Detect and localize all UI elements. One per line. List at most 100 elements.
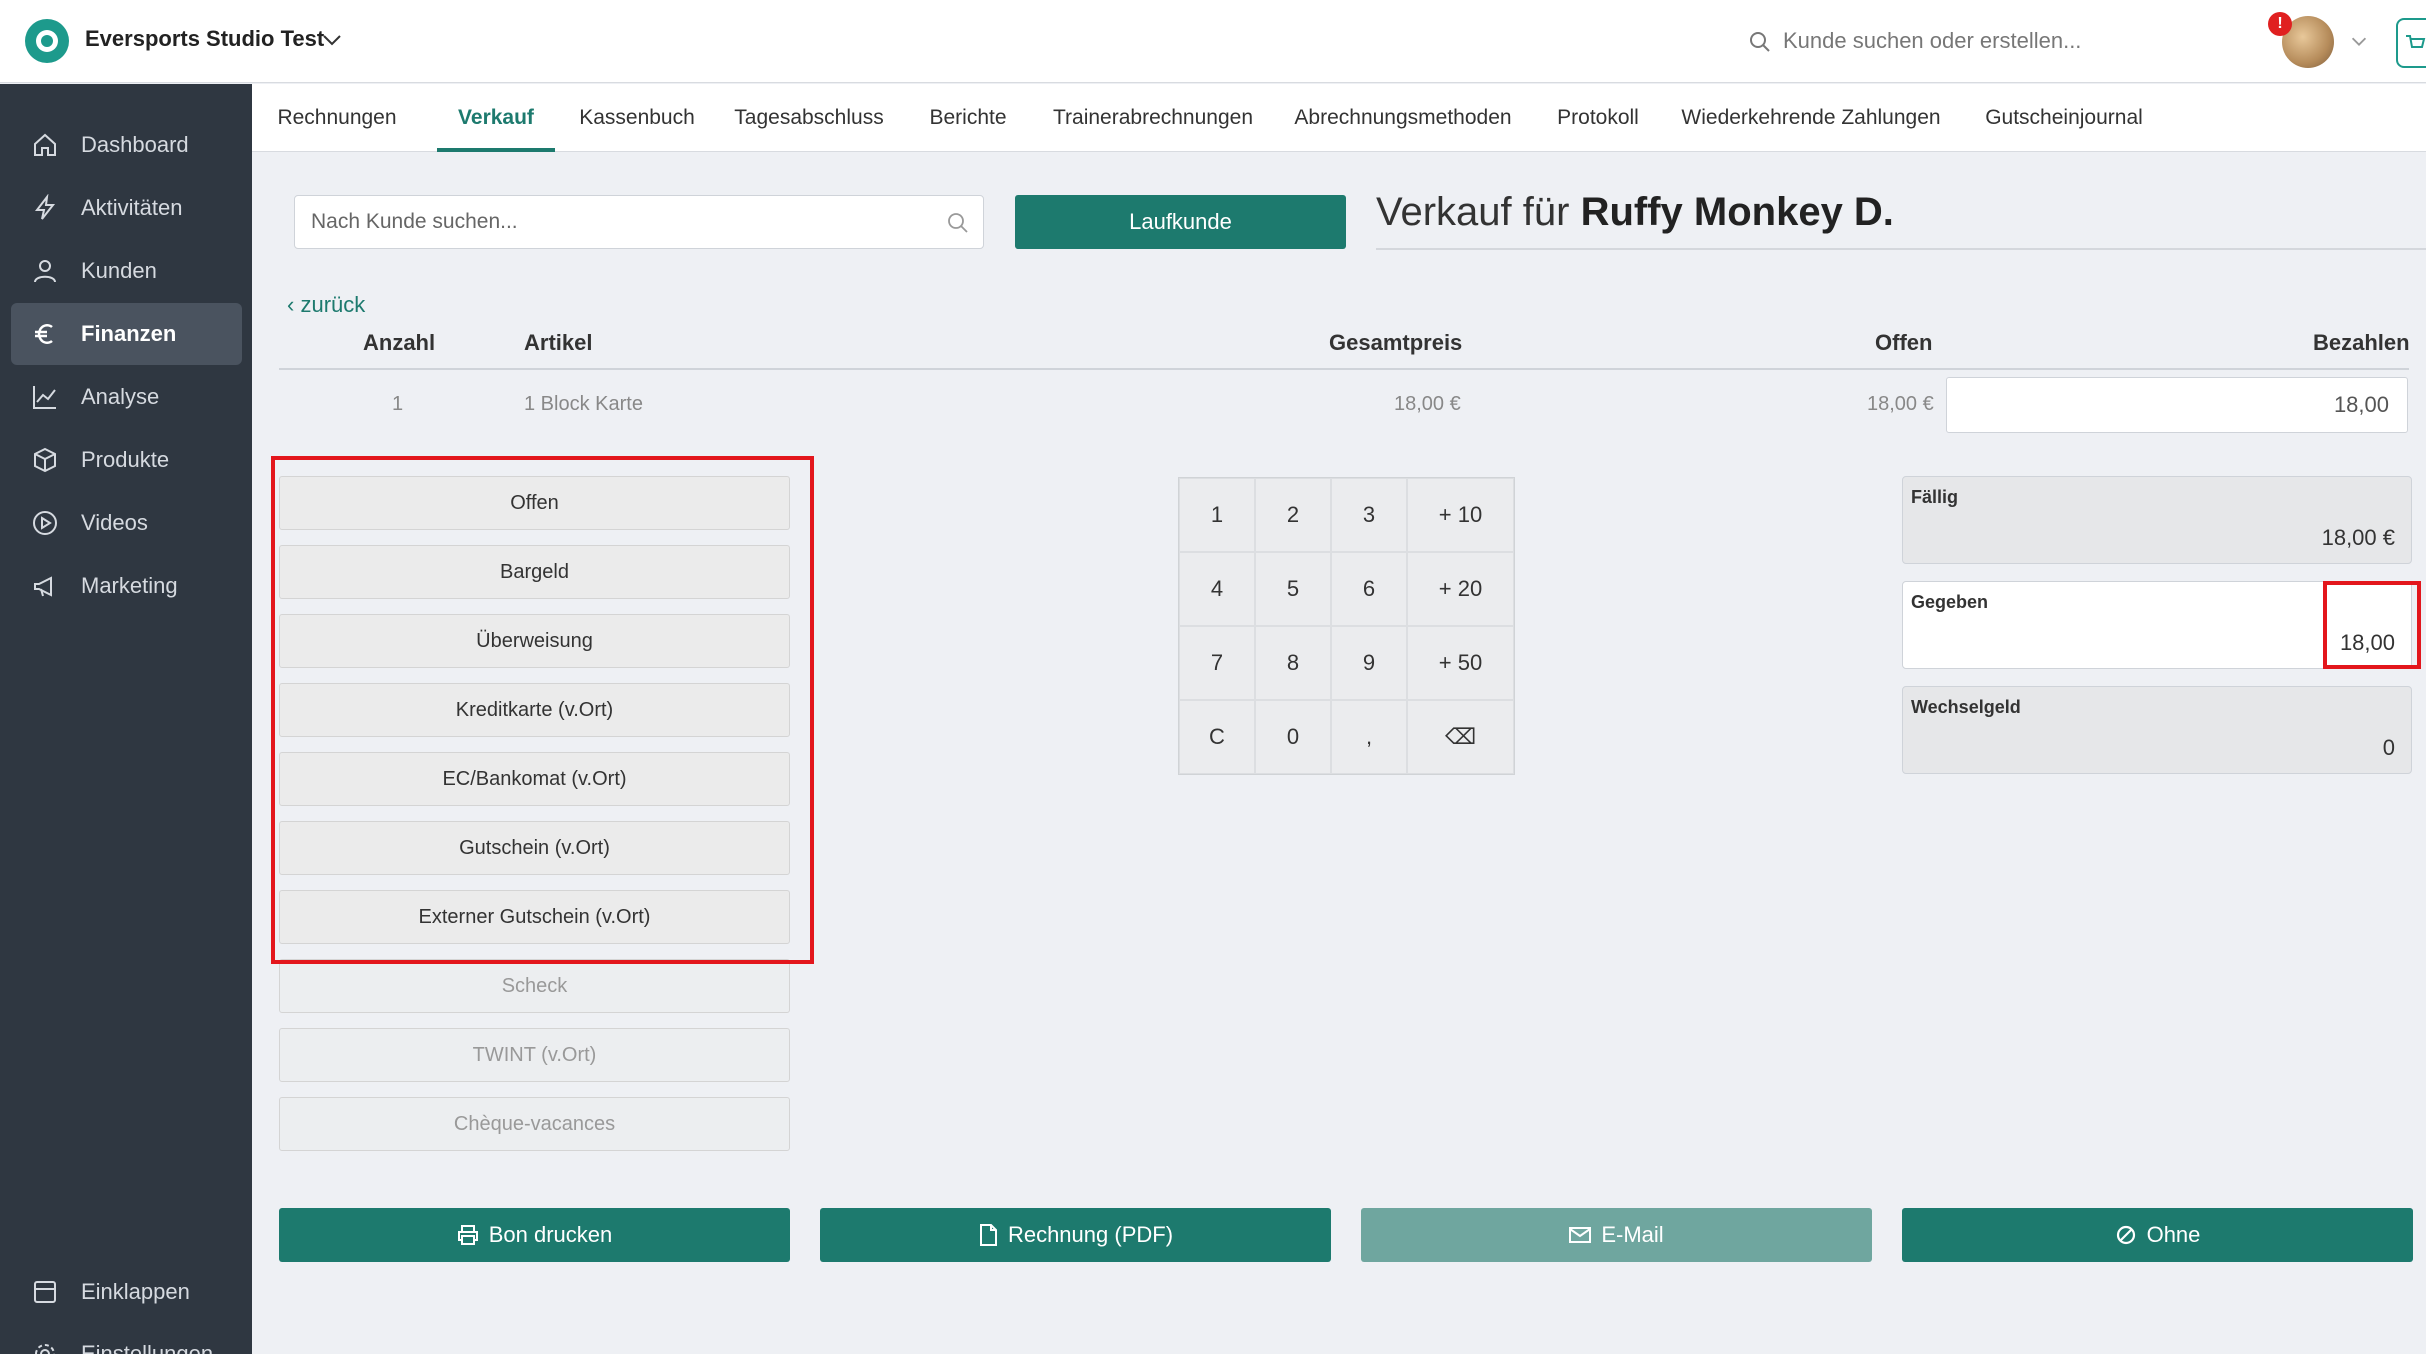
megaphone-icon [34,576,52,597]
due-value: 18,00 € [2321,525,2395,550]
sidebar-item-produkte[interactable]: Produkte [11,429,242,491]
bolt-icon [34,194,56,220]
numpad-key-9[interactable]: 9 [1331,626,1407,700]
numpad-key-1[interactable]: 1 [1179,478,1255,552]
tab-wiederkehrende-zahlungen[interactable]: Wiederkehrende Zahlungen [1676,84,1946,152]
numpad-key-plus10[interactable]: + 10 [1407,478,1514,552]
cart-button[interactable] [2396,18,2426,68]
sidebar-item-label: Marketing [81,573,178,598]
chevron-left-icon: ‹ [287,292,301,317]
sidebar-item-analyse[interactable]: Analyse [11,366,242,428]
sidebar-settings[interactable]: Einstellungen [11,1323,242,1354]
email-label: E-Mail [1601,1222,1664,1247]
numpad-key-4[interactable]: 4 [1179,552,1255,626]
no-receipt-button[interactable]: Ohne [1902,1208,2413,1262]
numpad-key-2[interactable]: 2 [1255,478,1331,552]
customer-search-input[interactable]: Kunde suchen oder erstellen... [1783,28,2081,54]
notification-badge: ! [2268,12,2292,36]
tab-rechnungen[interactable]: Rechnungen [274,84,400,152]
sidebar-settings-label: Einstellungen [81,1341,214,1354]
header-item: Artikel [524,330,593,355]
gear-icon [35,1344,55,1354]
numpad-key-6[interactable]: 6 [1331,552,1407,626]
studio-name[interactable]: Eversports Studio Test [85,26,324,52]
walk-in-customer-button[interactable]: Laufkunde [1015,195,1346,249]
eversports-logo[interactable] [25,19,69,63]
payment-method-cheque-vacances[interactable]: Chèque-vacances [279,1097,790,1151]
sidebar-item-videos[interactable]: Videos [11,492,242,554]
back-link[interactable]: ‹ zurück [287,292,365,318]
print-receipt-label: Bon drucken [488,1222,613,1247]
euro-icon [35,324,53,344]
numpad-key-plus20[interactable]: + 20 [1407,552,1514,626]
header-total: Gesamtpreis [1329,330,1463,355]
payment-method-scheck[interactable]: Scheck [279,959,790,1013]
sidebar: Dashboard Aktivitäten Kunden Finanzen An… [0,84,252,1354]
sidebar-item-finanzen[interactable]: Finanzen [11,303,242,365]
tab-abrechnungsmethoden[interactable]: Abrechnungsmethoden [1286,84,1520,152]
customer-name: Ruffy Monkey D. [1580,190,1894,234]
header-pay: Bezahlen [2313,330,2410,355]
invoice-pdf-button[interactable]: Rechnung (PDF) [820,1208,1331,1262]
sidebar-item-label: Finanzen [81,321,177,346]
change-value: 0 [2382,735,2395,760]
tab-tagesabschluss[interactable]: Tagesabschluss [730,84,888,152]
numpad-key-7[interactable]: 7 [1179,626,1255,700]
numpad-key-backspace[interactable]: ⌫ [1407,700,1514,774]
tab-verkauf[interactable]: Verkauf [437,84,555,152]
email-button[interactable]: E-Mail [1361,1208,1872,1262]
sidebar-collapse[interactable]: Einklappen [11,1261,242,1323]
finance-tabs: Rechnungen Verkauf Kassenbuch Tagesabsch… [252,84,2426,152]
ban-icon [2116,1225,2135,1245]
printer-icon [457,1225,478,1245]
sidebar-item-marketing[interactable]: Marketing [11,555,242,617]
sidebar-item-label: Videos [81,510,148,535]
numpad-key-comma[interactable]: , [1331,700,1407,774]
numpad-key-8[interactable]: 8 [1255,626,1331,700]
numpad-key-0[interactable]: 0 [1255,700,1331,774]
back-link-label: zurück [300,292,366,317]
row-total: 18,00 € [1394,393,1461,415]
title-divider [1376,248,2426,250]
sidebar-item-dashboard[interactable]: Dashboard [11,114,242,176]
row-qty: 1 [392,393,404,415]
tab-kassenbuch[interactable]: Kassenbuch [572,84,702,152]
given-value-highlight [2323,581,2421,669]
numpad: 1 2 3 + 10 4 5 6 + 20 7 8 9 + 50 C 0 , ⌫ [1178,477,1515,775]
sidebar-item-label: Dashboard [81,132,189,157]
sidebar-item-aktivitaeten[interactable]: Aktivitäten [11,177,242,239]
sidebar-item-kunden[interactable]: Kunden [11,240,242,302]
due-label: Fällig [1911,487,1959,507]
chevron-down-icon[interactable] [320,28,344,52]
chevron-down-icon[interactable] [2348,30,2370,52]
customer-search-field[interactable] [294,195,984,249]
pay-amount-input[interactable]: 18,00 [1946,377,2408,433]
sidebar-item-label: Produkte [81,447,170,472]
box-icon [34,447,56,473]
numpad-key-3[interactable]: 3 [1331,478,1407,552]
page-title: Verkauf für Ruffy Monkey D. [1376,190,1894,235]
tab-gutscheinjournal[interactable]: Gutscheinjournal [1974,84,2154,152]
top-bar: Eversports Studio Test Kunde suchen oder… [0,0,2426,83]
pdf-file-icon [979,1224,997,1246]
tab-protokoll[interactable]: Protokoll [1548,84,1648,152]
sidebar-item-label: Aktivitäten [81,195,183,220]
tab-trainerabrechnungen[interactable]: Trainerabrechnungen [1048,84,1258,152]
search-icon [1750,32,1770,52]
sidebar-collapse-label: Einklappen [81,1279,190,1304]
search-icon [948,213,968,233]
home-icon [34,133,56,156]
numpad-key-5[interactable]: 5 [1255,552,1331,626]
envelope-icon [1569,1227,1592,1243]
play-icon [33,511,57,535]
numpad-key-clear[interactable]: C [1179,700,1255,774]
numpad-key-plus50[interactable]: + 50 [1407,626,1514,700]
print-receipt-button[interactable]: Bon drucken [279,1208,790,1262]
sidebar-item-label: Kunden [81,258,157,283]
payment-methods-highlight [271,456,814,964]
customer-search-input[interactable] [295,196,983,248]
tab-berichte[interactable]: Berichte [916,84,1020,152]
payment-method-twint[interactable]: TWINT (v.Ort) [279,1028,790,1082]
sale-title-prefix: Verkauf für [1376,190,1570,234]
given-label: Gegeben [1911,592,1989,612]
